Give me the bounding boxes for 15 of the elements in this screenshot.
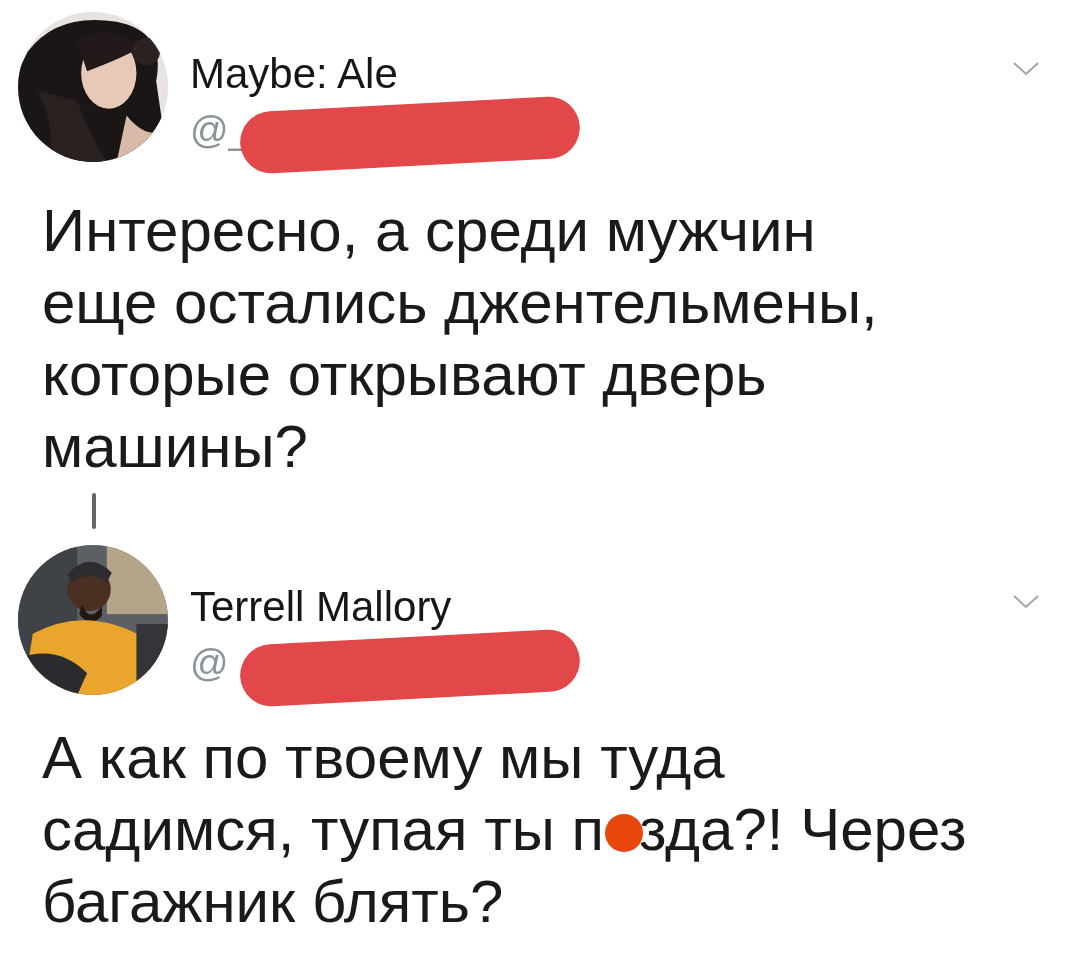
author-handle: @_ <box>190 108 250 152</box>
caret-icon[interactable] <box>1013 62 1039 76</box>
author-handle: @ <box>190 641 229 685</box>
author-name: Terrell Mallory <box>190 583 452 631</box>
tweet-text: зда?! Через <box>638 795 967 865</box>
author-name: Maybe: Ale <box>190 50 398 98</box>
caret-icon[interactable] <box>1013 595 1039 609</box>
tweet-text: которые открывают дверь <box>42 340 767 410</box>
tweet-text: садимся, тупая ты п <box>42 795 604 865</box>
tweet-text: багажник блять? <box>42 867 504 937</box>
tweet-text: Интересно, а среди мужчин <box>42 196 816 266</box>
tweet-text: еще остались джентельмены, <box>42 268 878 338</box>
thread-line <box>92 493 96 529</box>
tweet-text: А как по твоему мы туда <box>42 723 725 793</box>
tweet-text: машины? <box>42 412 308 482</box>
